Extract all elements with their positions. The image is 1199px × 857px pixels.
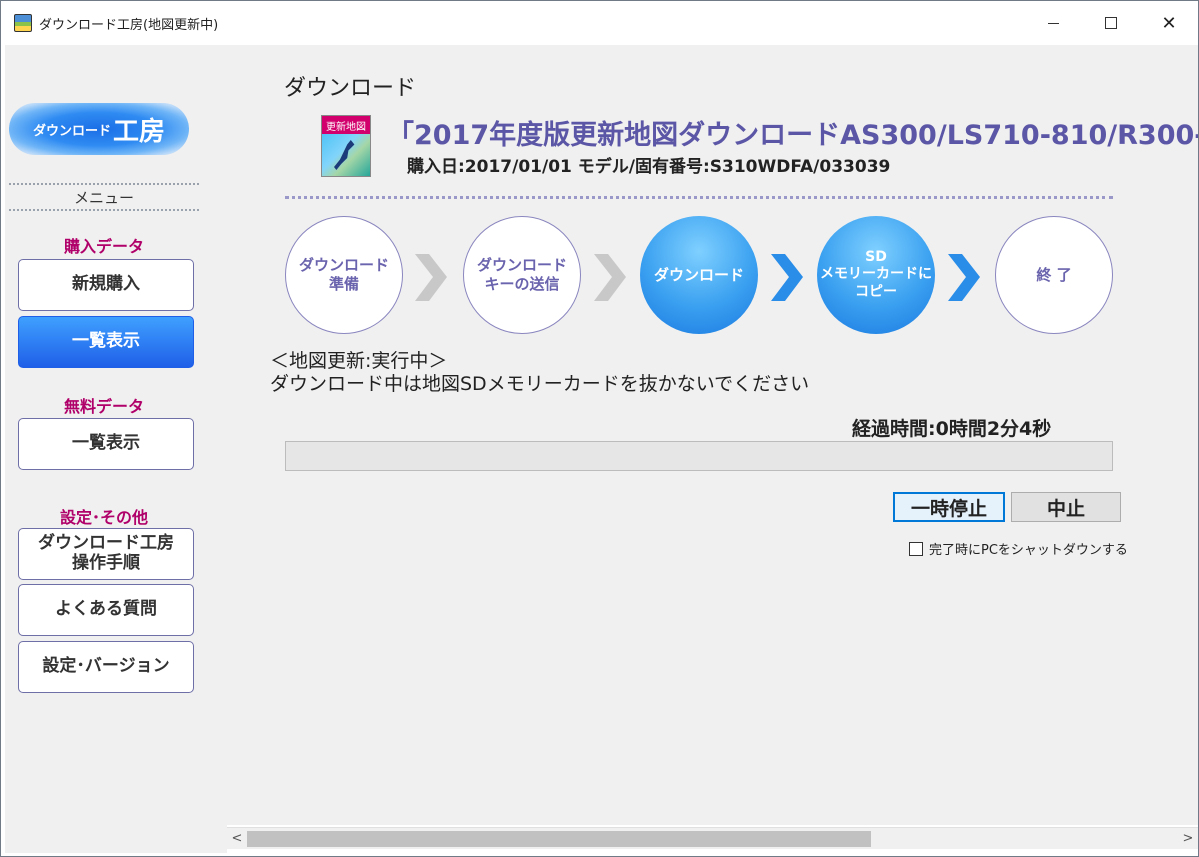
product-title: 「2017年度版更新地図ダウンロードAS300/LS710-810/R300- (387, 120, 1198, 151)
window-title: ダウンロード工房(地図更新中) (39, 17, 219, 33)
divider (9, 209, 199, 211)
purchased-list-button[interactable]: 一覧表示 (18, 316, 194, 368)
step-prepare: ダウンロード 準備 (285, 216, 403, 334)
status-warning: ダウンロード中は地図SDメモリーカードを抜かないでください (270, 373, 810, 395)
scroll-left-icon[interactable]: < (229, 831, 245, 846)
step-label: SD メモリーカードに コピー (820, 248, 932, 300)
button-label: 設定･バージョン (42, 656, 170, 677)
window-controls: ✕ (1024, 1, 1198, 45)
chevron-right-icon (771, 254, 803, 301)
app-window: ダウンロード工房(地図更新中) ✕ ダウンロード 工房 メニュー 購入データ 新… (0, 0, 1199, 857)
button-label: 一覧表示 (72, 331, 140, 352)
button-label: ダウンロード工房 操作手順 (38, 533, 174, 573)
scroll-right-icon[interactable]: > (1180, 831, 1196, 846)
progress-bar (285, 441, 1113, 471)
section-label-free: 無料データ (63, 397, 144, 416)
shutdown-option[interactable]: 完了時にPCをシャットダウンする (909, 539, 1128, 558)
page-title: ダウンロード (284, 76, 417, 101)
step-download: ダウンロード (640, 216, 758, 334)
sidebar: ダウンロード 工房 メニュー 購入データ 新規購入 一覧表示 無料データ 一覧表… (5, 45, 227, 853)
chevron-right-icon (594, 254, 626, 301)
button-label: 中止 (1046, 497, 1085, 520)
elapsed-time: 経過時間:0時間2分4秒 (852, 418, 1052, 440)
minimize-button[interactable] (1024, 1, 1082, 45)
product-details: 購入日:2017/01/01 モデル/固有番号:S310WDFA/033039 (407, 157, 891, 177)
logo-small-text: ダウンロード (32, 123, 111, 139)
step-label: ダウンロード (653, 265, 744, 284)
button-label: 一時停止 (910, 497, 987, 520)
free-list-button[interactable]: 一覧表示 (18, 418, 194, 470)
section-label-settings: 設定･その他 (59, 508, 148, 527)
horizontal-scrollbar[interactable]: < > (227, 827, 1198, 849)
shutdown-checkbox[interactable] (909, 541, 923, 556)
logo-big-text: 工房 (113, 116, 166, 147)
button-label: 新規購入 (72, 274, 140, 295)
japan-map-icon (322, 134, 370, 176)
shutdown-checkbox-label: 完了時にPCをシャットダウンする (929, 543, 1128, 558)
scrollbar-thumb[interactable] (247, 831, 871, 847)
divider (285, 196, 1113, 199)
step-send-key: ダウンロード キーの送信 (463, 216, 581, 334)
operation-guide-button[interactable]: ダウンロード工房 操作手順 (18, 528, 194, 580)
pause-button[interactable]: 一時停止 (893, 492, 1005, 522)
title-bar: ダウンロード工房(地図更新中) ✕ (1, 1, 1198, 45)
settings-version-button[interactable]: 設定･バージョン (18, 641, 194, 693)
faq-button[interactable]: よくある質問 (18, 584, 194, 636)
app-icon (14, 14, 32, 32)
stop-button[interactable]: 中止 (1011, 492, 1121, 522)
close-icon: ✕ (1161, 12, 1177, 34)
chevron-right-icon (948, 254, 980, 301)
map-update-icon: 更新地図 (321, 115, 371, 177)
maximize-button[interactable] (1082, 1, 1140, 45)
app-logo: ダウンロード 工房 (9, 103, 189, 155)
step-finish: 終 了 (995, 216, 1113, 334)
main-panel: ダウンロード 更新地図 「2017年度版更新地図ダウンロードAS300/LS71… (227, 45, 1198, 825)
step-label: ダウンロード キーの送信 (476, 256, 567, 293)
button-label: よくある質問 (55, 599, 157, 620)
step-label: 終 了 (1036, 265, 1072, 284)
close-button[interactable]: ✕ (1140, 1, 1198, 45)
step-copy-sd: SD メモリーカードに コピー (817, 216, 935, 334)
divider (9, 183, 199, 185)
step-label: ダウンロード 準備 (298, 256, 389, 293)
section-label-purchased: 購入データ (63, 237, 144, 256)
map-update-icon-label: 更新地図 (322, 116, 370, 134)
new-purchase-button[interactable]: 新規購入 (18, 259, 194, 311)
button-label: 一覧表示 (72, 433, 140, 454)
chevron-right-icon (415, 254, 447, 301)
menu-label: メニュー (73, 189, 134, 207)
